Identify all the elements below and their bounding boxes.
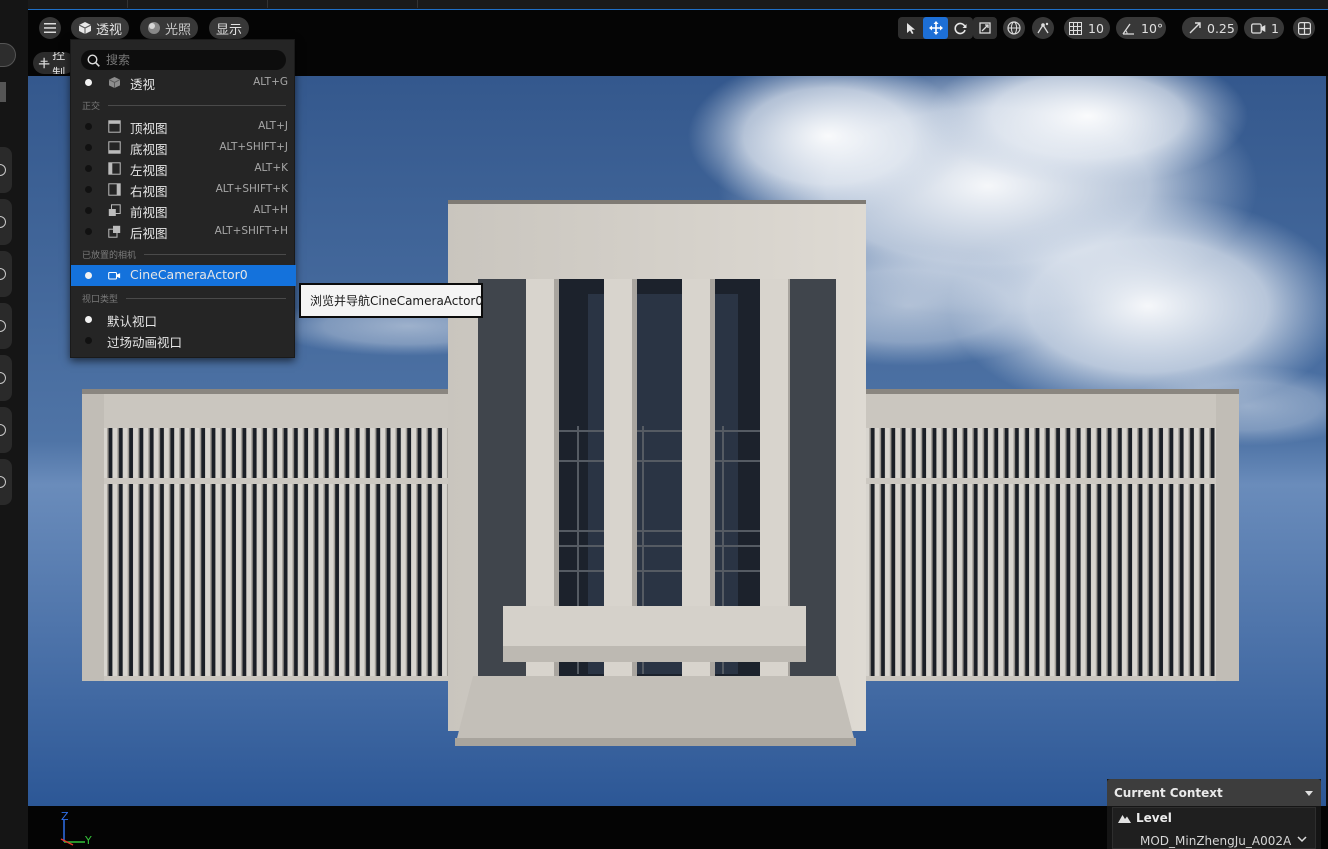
editor-tab-2[interactable] <box>128 0 268 8</box>
menu-item-left-view[interactable]: 左视图 ALT+K <box>71 158 296 179</box>
hamburger-menu-button[interactable] <box>39 17 61 39</box>
left-strip-tab[interactable] <box>0 82 6 102</box>
menu-item-label: 透视 <box>130 77 156 92</box>
level-selector-value[interactable]: MOD_MinZhengJu_A002A <box>1140 834 1291 848</box>
editor-tab-row <box>28 0 1328 10</box>
context-header-label: Current Context <box>1114 786 1223 800</box>
context-body: Level MOD_MinZhengJu_A002A <box>1112 807 1316 849</box>
grid-snap-button[interactable]: 10 <box>1064 17 1110 39</box>
menu-search-input[interactable] <box>106 53 266 67</box>
move-tool-button[interactable] <box>923 17 948 39</box>
world-local-toggle[interactable] <box>1003 17 1025 39</box>
rotation-snap-button[interactable]: 10° <box>1116 17 1166 39</box>
back-view-icon <box>108 225 121 238</box>
level-chevron-down-icon[interactable] <box>1297 834 1307 844</box>
scale-snap-button[interactable]: 0.25 <box>1182 17 1238 39</box>
layout-grid-icon <box>1297 21 1311 35</box>
globe-icon <box>1007 21 1021 35</box>
cursor-icon <box>906 22 915 34</box>
menu-item-right-view[interactable]: 右视图 ALT+SHIFT+K <box>71 179 296 200</box>
angle-icon <box>1122 23 1134 35</box>
transform-tools-group <box>898 17 973 39</box>
rotation-snap-value: 10° <box>1141 20 1164 36</box>
move-arrows-icon <box>928 21 943 35</box>
rotate-tool-button[interactable] <box>948 17 973 39</box>
chevron-down-icon <box>1305 791 1313 796</box>
lighting-label: 光照 <box>165 22 192 38</box>
camera-speed-icon <box>1251 22 1266 34</box>
view-mode-menu: 透视 ALT+G 正交 顶视图 ALT+J 底视图 ALT+SHIFT+J 左视… <box>70 39 296 358</box>
control-chip[interactable]: 控制 <box>33 52 75 74</box>
scale-snap-value: 0.25 <box>1207 20 1235 36</box>
axis-z-label: Z <box>61 812 69 823</box>
menu-item-perspective[interactable]: 透视 ALT+G <box>71 72 296 93</box>
radio-selected-dot <box>85 79 92 86</box>
surface-snap-button[interactable] <box>1032 17 1054 39</box>
perspective-cube-icon <box>78 22 92 34</box>
show-label: 显示 <box>216 22 243 38</box>
scale-snap-icon <box>1189 22 1201 34</box>
left-strip-pill[interactable] <box>0 43 16 67</box>
grid-snap-value: 10 <box>1088 20 1104 36</box>
menu-item-cine-camera[interactable]: CineCameraActor0 <box>71 265 296 286</box>
surface-snap-icon <box>1037 22 1049 34</box>
level-mountain-icon <box>1118 815 1131 823</box>
left-view-icon <box>108 162 121 175</box>
video-camera-icon <box>108 271 121 280</box>
scale-tool-button[interactable] <box>973 17 997 39</box>
context-header[interactable]: Current Context <box>1107 779 1321 806</box>
menu-item-cinematic-viewport[interactable]: 过场动画视口 <box>71 330 296 351</box>
perspective-cube-icon <box>108 77 121 88</box>
bottom-view-icon <box>108 141 121 154</box>
left-side-strip <box>0 0 28 849</box>
right-view-icon <box>108 183 121 196</box>
placed-cameras-section-header: 已放置的相机 <box>82 248 286 261</box>
camera-tooltip: 浏览并导航CineCameraActor0 <box>299 283 483 318</box>
editor-tab-3[interactable] <box>268 0 418 8</box>
menu-item-back-view[interactable]: 后视图 ALT+SHIFT+H <box>71 221 296 242</box>
select-tool-button[interactable] <box>898 17 923 39</box>
menu-search-box[interactable] <box>81 50 286 70</box>
left-strip-button-1[interactable] <box>0 147 12 193</box>
axis-gizmo: Z Y <box>60 812 92 847</box>
left-strip-button-7[interactable] <box>0 459 12 505</box>
top-view-icon <box>108 120 121 133</box>
menu-item-bottom-view[interactable]: 底视图 ALT+SHIFT+J <box>71 137 296 158</box>
hamburger-icon <box>44 23 56 33</box>
axis-y-label: Y <box>84 834 92 847</box>
view-mode-label: 透视 <box>96 22 123 38</box>
menu-item-front-view[interactable]: 前视图 ALT+H <box>71 200 296 221</box>
viewport-layout-button[interactable] <box>1293 17 1315 39</box>
grid-icon <box>1069 21 1082 35</box>
camera-speed-value: 1 <box>1271 20 1279 36</box>
current-context-panel: Current Context Level MOD_MinZhengJu_A00… <box>1107 779 1321 849</box>
view-mode-button[interactable]: 透视 <box>71 17 130 39</box>
menu-item-top-view[interactable]: 顶视图 ALT+J <box>71 116 296 137</box>
control-plane-icon <box>38 57 50 69</box>
editor-tab-1[interactable] <box>28 0 128 8</box>
viewport-type-section-header: 视口类型 <box>82 292 286 305</box>
camera-speed-button[interactable]: 1 <box>1244 17 1284 39</box>
left-strip-button-4[interactable] <box>0 303 12 349</box>
level-label: Level <box>1136 811 1172 825</box>
tooltip-text: 浏览并导航CineCameraActor0 <box>310 294 484 308</box>
rotate-icon <box>954 22 967 34</box>
lighting-sphere-icon <box>148 22 160 34</box>
left-strip-button-6[interactable] <box>0 407 12 453</box>
left-strip-button-3[interactable] <box>0 251 12 297</box>
lighting-button[interactable]: 光照 <box>140 17 199 39</box>
ortho-section-header: 正交 <box>82 99 286 112</box>
scale-icon <box>979 22 991 34</box>
menu-item-default-viewport[interactable]: 默认视口 <box>71 309 296 330</box>
left-strip-button-5[interactable] <box>0 355 12 401</box>
show-button[interactable]: 显示 <box>209 17 250 39</box>
left-strip-button-2[interactable] <box>0 199 12 245</box>
search-icon <box>87 53 100 67</box>
front-view-icon <box>108 204 121 216</box>
menu-item-shortcut: ALT+G <box>253 76 288 88</box>
